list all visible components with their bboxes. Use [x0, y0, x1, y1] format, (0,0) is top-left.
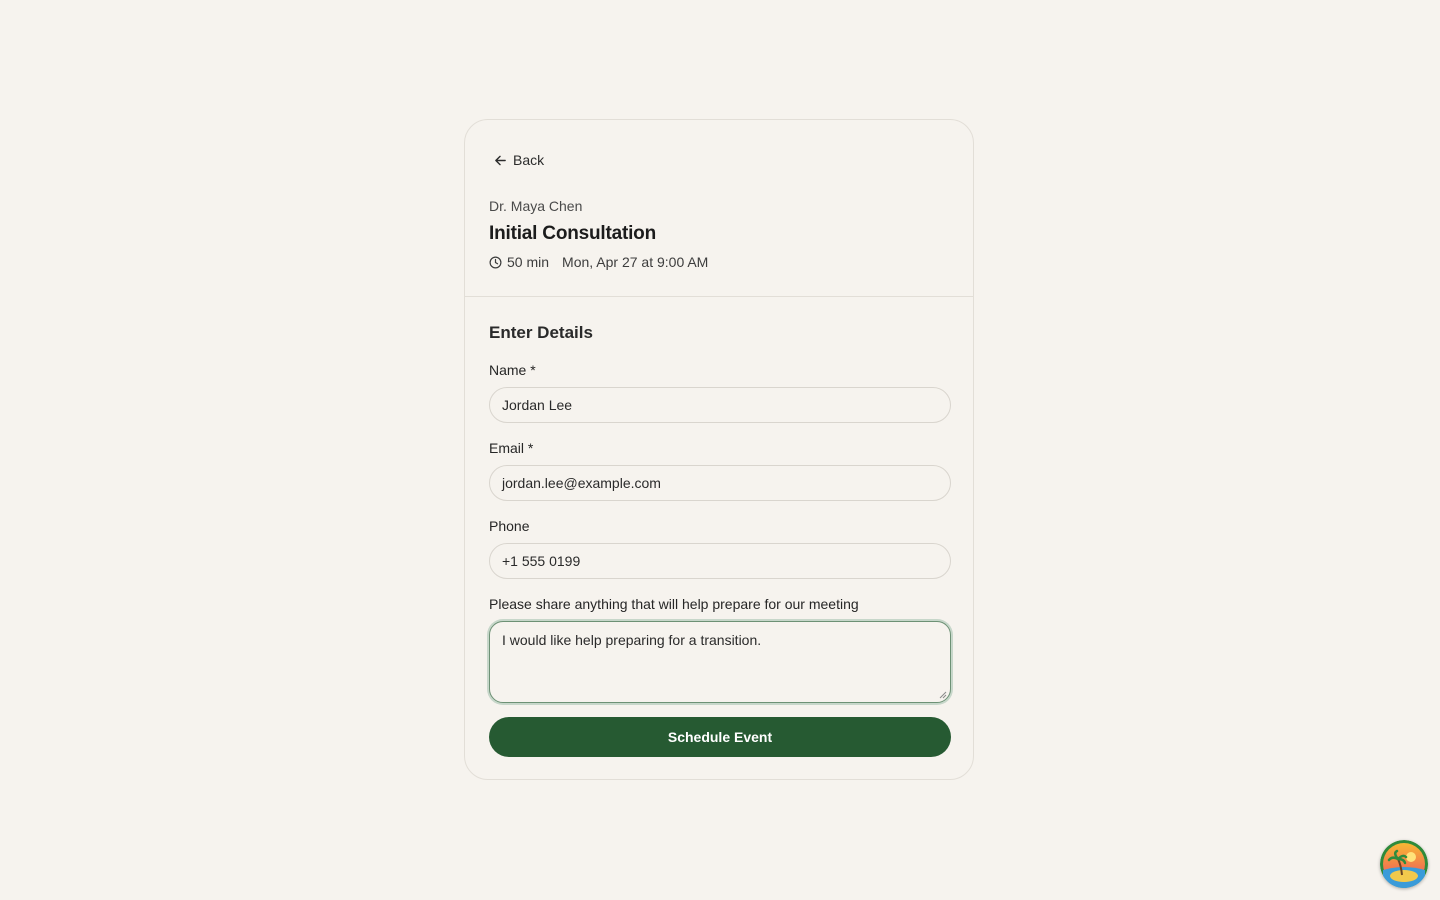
schedule-event-button[interactable]: Schedule Event	[489, 717, 951, 757]
resize-handle-icon[interactable]	[939, 691, 947, 699]
booking-card: Back Dr. Maya Chen Initial Consultation …	[464, 119, 974, 780]
phone-input[interactable]: +1 555 0199	[489, 543, 951, 579]
back-button[interactable]: Back	[494, 152, 544, 168]
clock-icon	[489, 256, 502, 268]
notes-text: I would like help preparing for a transi…	[502, 632, 762, 648]
back-label: Back	[513, 152, 545, 168]
event-duration: 50 min	[507, 254, 550, 270]
host-name: Dr. Maya Chen	[489, 198, 583, 214]
event-header: Back Dr. Maya Chen Initial Consultation …	[465, 120, 973, 297]
event-meta: 50 min Mon, Apr 27 at 9:00 AM	[489, 254, 708, 270]
email-label: Email *	[489, 440, 534, 456]
phone-label: Phone	[489, 518, 530, 534]
name-label: Name *	[489, 362, 536, 378]
name-input[interactable]: Jordan Lee	[489, 387, 951, 423]
notes-label: Please share anything that will help pre…	[489, 596, 859, 612]
event-datetime: Mon, Apr 27 at 9:00 AM	[562, 254, 709, 270]
email-input[interactable]: jordan.lee@example.com	[489, 465, 951, 501]
event-title: Initial Consultation	[489, 223, 656, 244]
palm-island-avatar-icon[interactable]	[1380, 840, 1428, 888]
section-title: Enter Details	[489, 323, 593, 342]
arrow-left-icon	[495, 155, 506, 165]
notes-textarea[interactable]: I would like help preparing for a transi…	[489, 621, 951, 703]
